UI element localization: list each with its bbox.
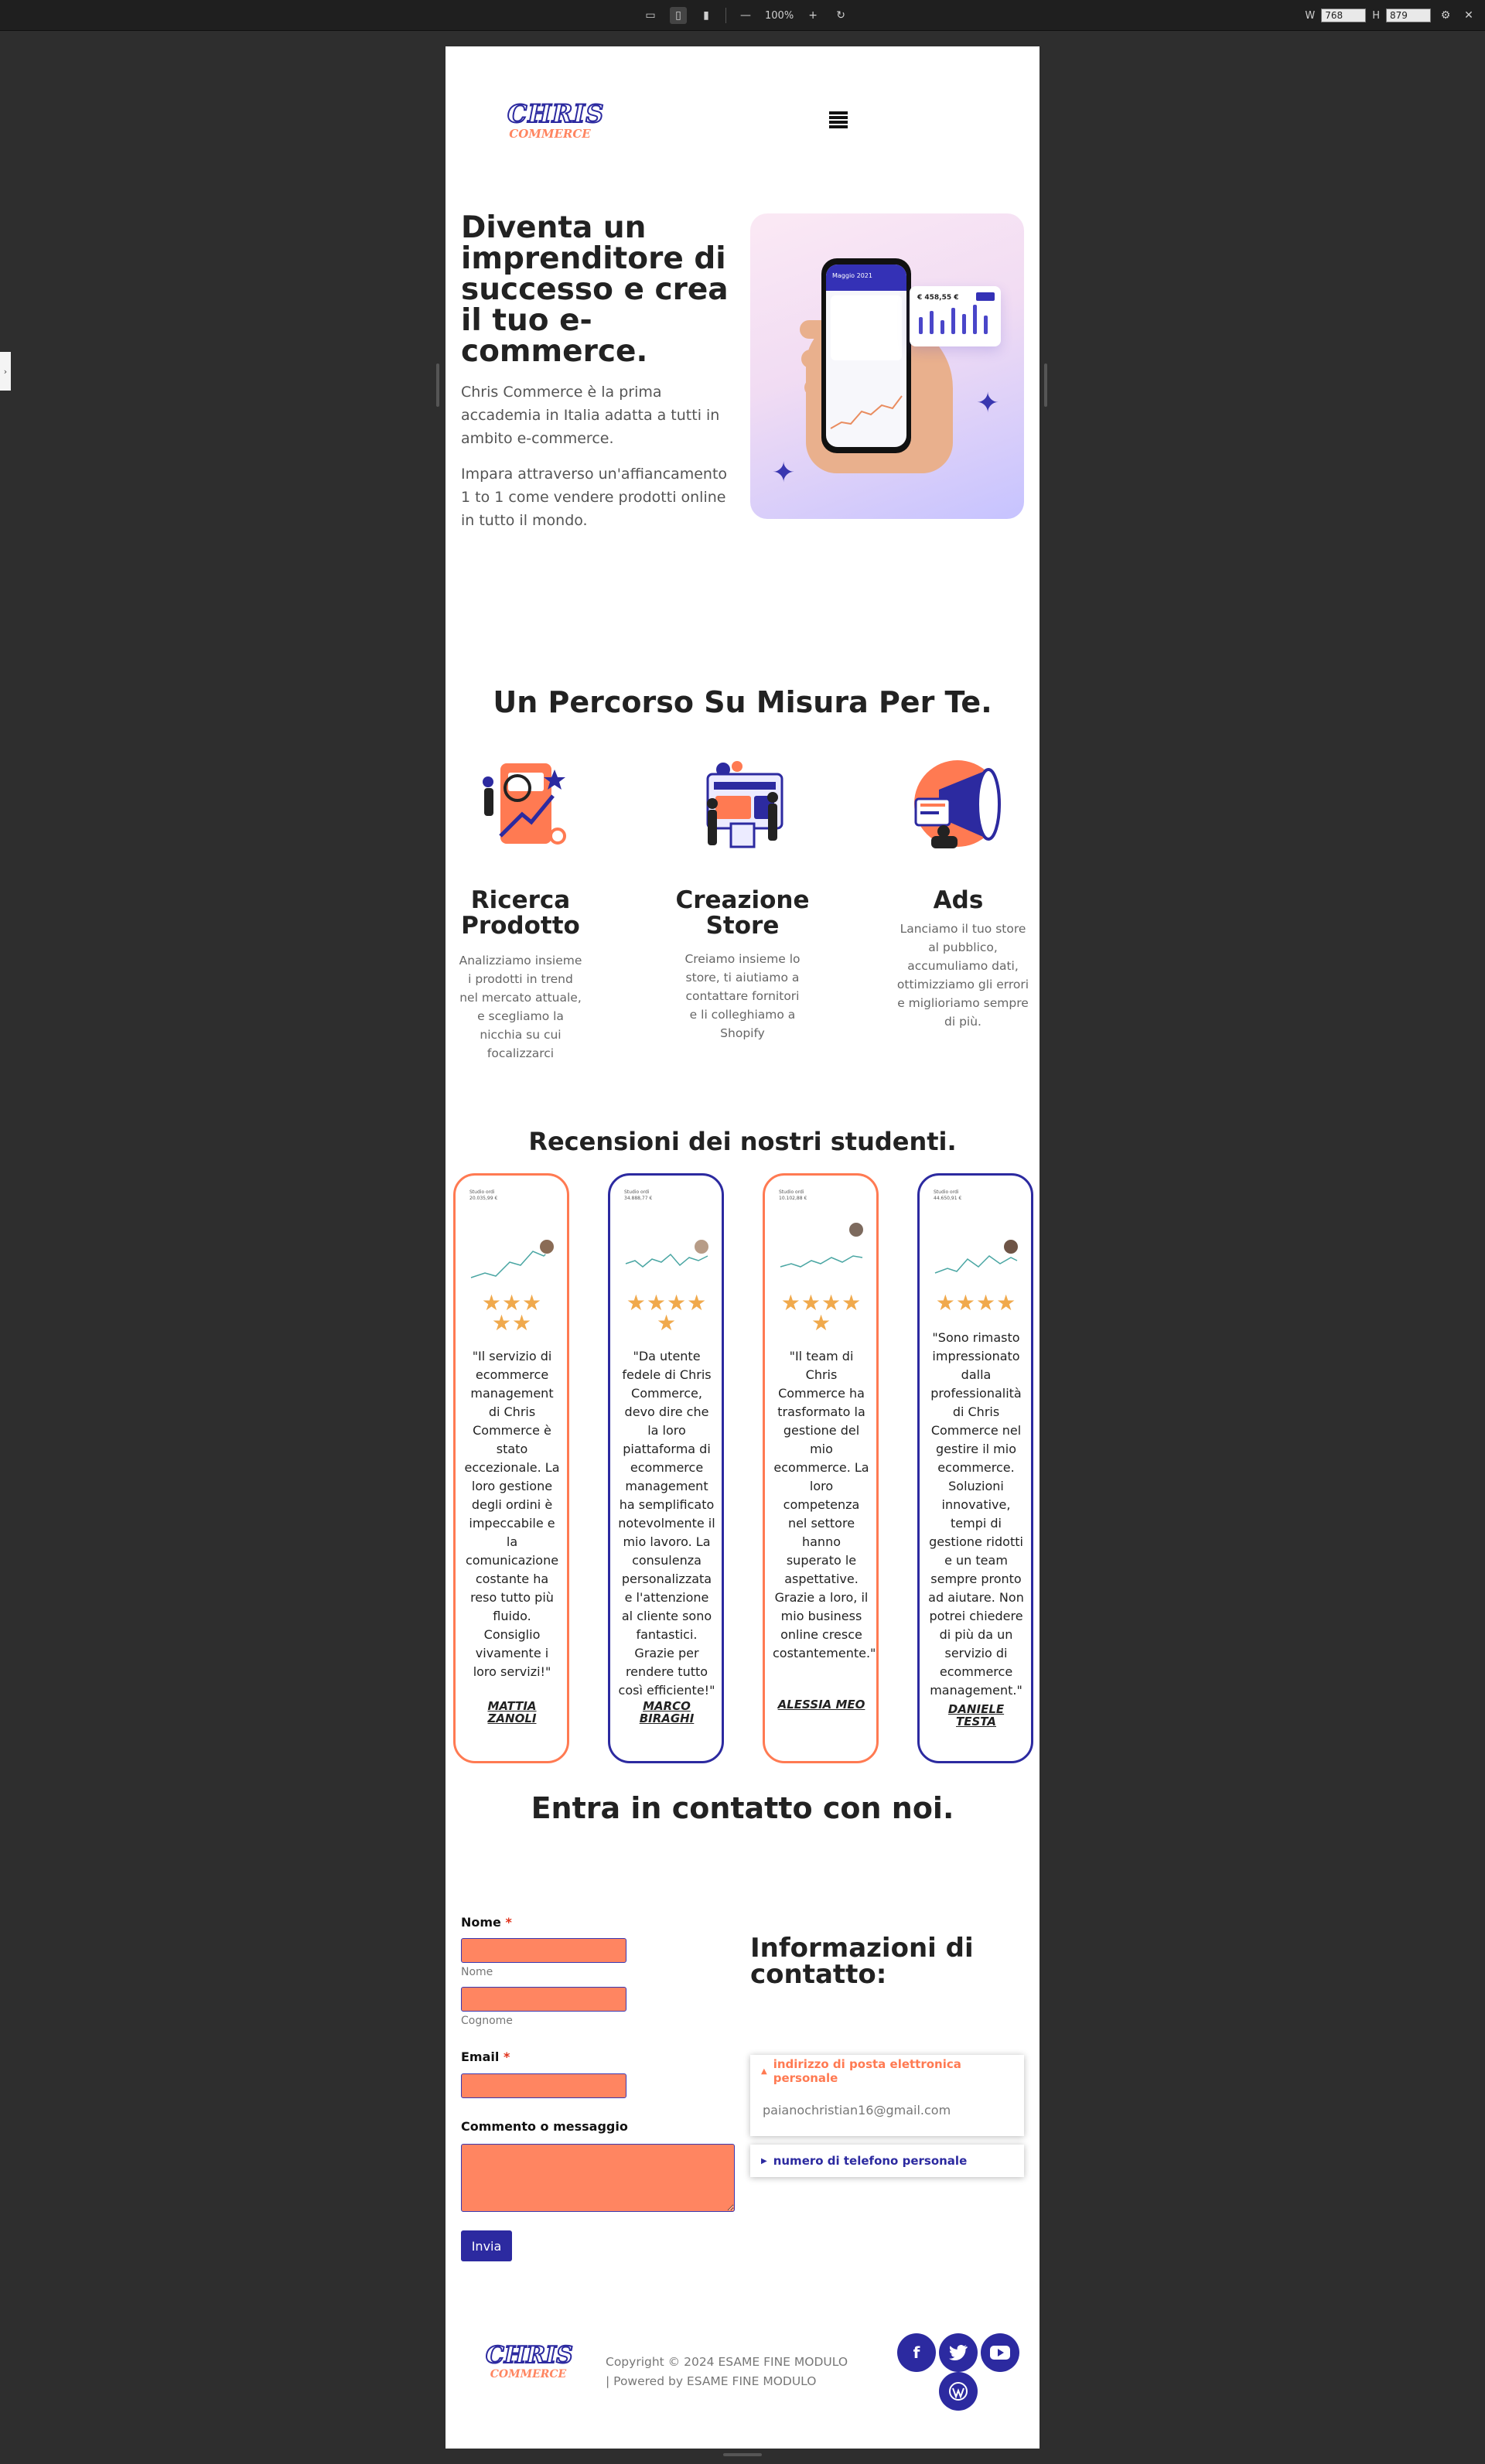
first-name-input[interactable] (461, 1938, 626, 1963)
review-card: Studio ordi 34.888,77 € ★★★★ ★ "Da utent… (608, 1173, 724, 1763)
reset-icon[interactable]: ↻ (832, 7, 849, 24)
caret-up-icon: ▲ (761, 2066, 767, 2076)
resize-handle-right[interactable] (1044, 363, 1047, 407)
feature-title-2: Creazione Store (675, 886, 810, 940)
store-creation-icon (706, 761, 783, 848)
review-card: Studio ordi 20.035,99 € ★★★ ★★ "Il servi… (453, 1173, 569, 1763)
tablet-icon[interactable]: ▯ (670, 7, 687, 24)
reviews-title: Recensioni dei nostri studenti. (528, 1127, 957, 1156)
sales-card: € 458,55 € (910, 286, 1001, 346)
sales-screenshot: Studio ordi 34.888,77 € (621, 1186, 712, 1287)
submit-button[interactable]: Invia (461, 2230, 512, 2261)
twitter-icon[interactable] (939, 2333, 978, 2372)
feature-title-1: Ricerca Prodotto (461, 886, 580, 940)
desktop-icon[interactable]: ▭ (642, 7, 659, 24)
reviewer-name: MATTIA ZANOLI (487, 1699, 537, 1725)
first-name-sublabel: Nome (461, 1966, 493, 1978)
reviewer-name: MARCO BIRAGHI (639, 1699, 695, 1725)
name-label: Nome * (461, 1915, 512, 1930)
rating-stars: ★★★★ ★ (780, 1290, 862, 1336)
message-label: Commento o messaggio (461, 2119, 628, 2134)
hero-image: Maggio 2021 € 458,55 € ✦ ✦ (750, 213, 1024, 519)
review-card: Studio ordi 10.102,88 € ★★★★ ★ "Il team … (763, 1173, 879, 1763)
site-logo[interactable]: CHRIS COMMERCE (507, 100, 604, 147)
zoom-level: 100% (765, 9, 794, 22)
height-input[interactable] (1386, 9, 1431, 22)
caret-right-icon: ▶ (761, 2156, 767, 2165)
reviewer-name: ALESSIA MEO (777, 1698, 865, 1711)
resize-handle-bottom[interactable] (723, 2453, 762, 2456)
review-text: "Il servizio di ecommerce management di … (464, 1349, 560, 1679)
email-field[interactable] (461, 2073, 626, 2098)
phone-accordion: ▶ numero di telefono personale (750, 2145, 1024, 2177)
hero-paragraph-1: Chris Commerce è la prima accademia in I… (461, 384, 720, 447)
feature-text-2: Creiamo insieme lo store, ti aiutiamo a … (684, 952, 801, 1040)
footer-logo[interactable]: CHRIS COMMERCE (485, 2343, 574, 2381)
page-preview: CHRIS COMMERCE Diventa un imprenditore d… (446, 46, 1040, 2449)
sales-screenshot: Studio ordi 20.035,99 € (466, 1186, 558, 1287)
height-label: H (1372, 9, 1380, 22)
message-textarea[interactable] (461, 2144, 735, 2212)
side-panel-toggle[interactable]: › (0, 352, 11, 391)
facebook-icon[interactable]: f (897, 2333, 936, 2372)
email-value: paianochristian16@gmail.com (763, 2103, 951, 2118)
contact-title: Entra in contatto con noi. (531, 1791, 954, 1825)
sparkle-icon: ✦ (976, 387, 1000, 419)
phone-mockup: Maggio 2021 (821, 258, 911, 453)
phone-accordion-header[interactable]: ▶ numero di telefono personale (750, 2145, 1024, 2177)
last-name-input[interactable] (461, 1987, 626, 2012)
minus-icon[interactable]: — (737, 7, 754, 24)
gear-icon[interactable]: ⚙ (1437, 7, 1454, 24)
close-icon[interactable]: ✕ (1460, 7, 1477, 24)
email-label: Email * (461, 2049, 510, 2064)
hero-title: Diventa un imprenditore di successo e cr… (461, 210, 729, 369)
product-research-icon (483, 763, 566, 845)
resize-handle-left[interactable] (436, 363, 439, 407)
feature-text-1: Analizziamo insieme i prodotti in trend … (459, 954, 582, 1060)
sales-screenshot: Studio ordi 10.102,88 € (776, 1186, 867, 1287)
avatar (1003, 1239, 1019, 1254)
editor-toolbar: ▭ ▯ ▮ — 100% + ↻ W H ⚙ ✕ (0, 0, 1485, 31)
sales-screenshot: Studio ordi 44.650,91 € (930, 1186, 1022, 1287)
feature-title-3: Ads (933, 886, 984, 914)
avatar (848, 1222, 864, 1237)
review-text: "Il team di Chris Commerce ha trasformat… (773, 1349, 876, 1660)
rating-stars: ★★★★ ★ (626, 1290, 708, 1336)
rating-stars: ★★★ ★★ (481, 1290, 543, 1336)
hamburger-menu-icon[interactable] (829, 111, 848, 128)
email-accordion: ▲ indirizzo di posta elettronica persona… (750, 2055, 1024, 2136)
review-text: "Sono rimasto impressionato dalla profes… (928, 1330, 1024, 1698)
site-header: CHRIS COMMERCE (446, 46, 1040, 201)
width-label: W (1305, 9, 1316, 22)
ads-megaphone-icon (914, 760, 1001, 848)
feature-text-3: Lanciamo il tuo store al pubblico, accum… (896, 922, 1029, 1029)
reviewer-name: DANIELE TESTA (947, 1702, 1005, 1729)
sparkle-icon: ✦ (772, 457, 796, 489)
last-name-sublabel: Cognome (461, 2015, 513, 2027)
rating-stars: ★★★★ (935, 1290, 1017, 1316)
width-input[interactable] (1321, 9, 1367, 22)
avatar (694, 1239, 709, 1254)
avatar (539, 1239, 555, 1254)
mobile-icon[interactable]: ▮ (698, 7, 715, 24)
copyright-text: Copyright © 2024 ESAME FINE MODULO | Pow… (606, 2355, 848, 2388)
review-card: Studio ordi 44.650,91 € ★★★★ "Sono rimas… (917, 1173, 1033, 1763)
review-text: "Da utente fedele di Chris Commerce, dev… (618, 1349, 715, 1698)
wordpress-icon[interactable] (939, 2372, 978, 2411)
section-title: Un Percorso Su Misura Per Te. (493, 685, 992, 719)
hero-paragraph-2: Impara attraverso un'affiancamento 1 to … (461, 466, 728, 529)
youtube-icon[interactable] (981, 2333, 1019, 2372)
plus-icon[interactable]: + (804, 7, 821, 24)
email-accordion-header[interactable]: ▲ indirizzo di posta elettronica persona… (750, 2055, 1024, 2087)
contact-info-title: Informazioni di contatto: (750, 1933, 974, 1990)
